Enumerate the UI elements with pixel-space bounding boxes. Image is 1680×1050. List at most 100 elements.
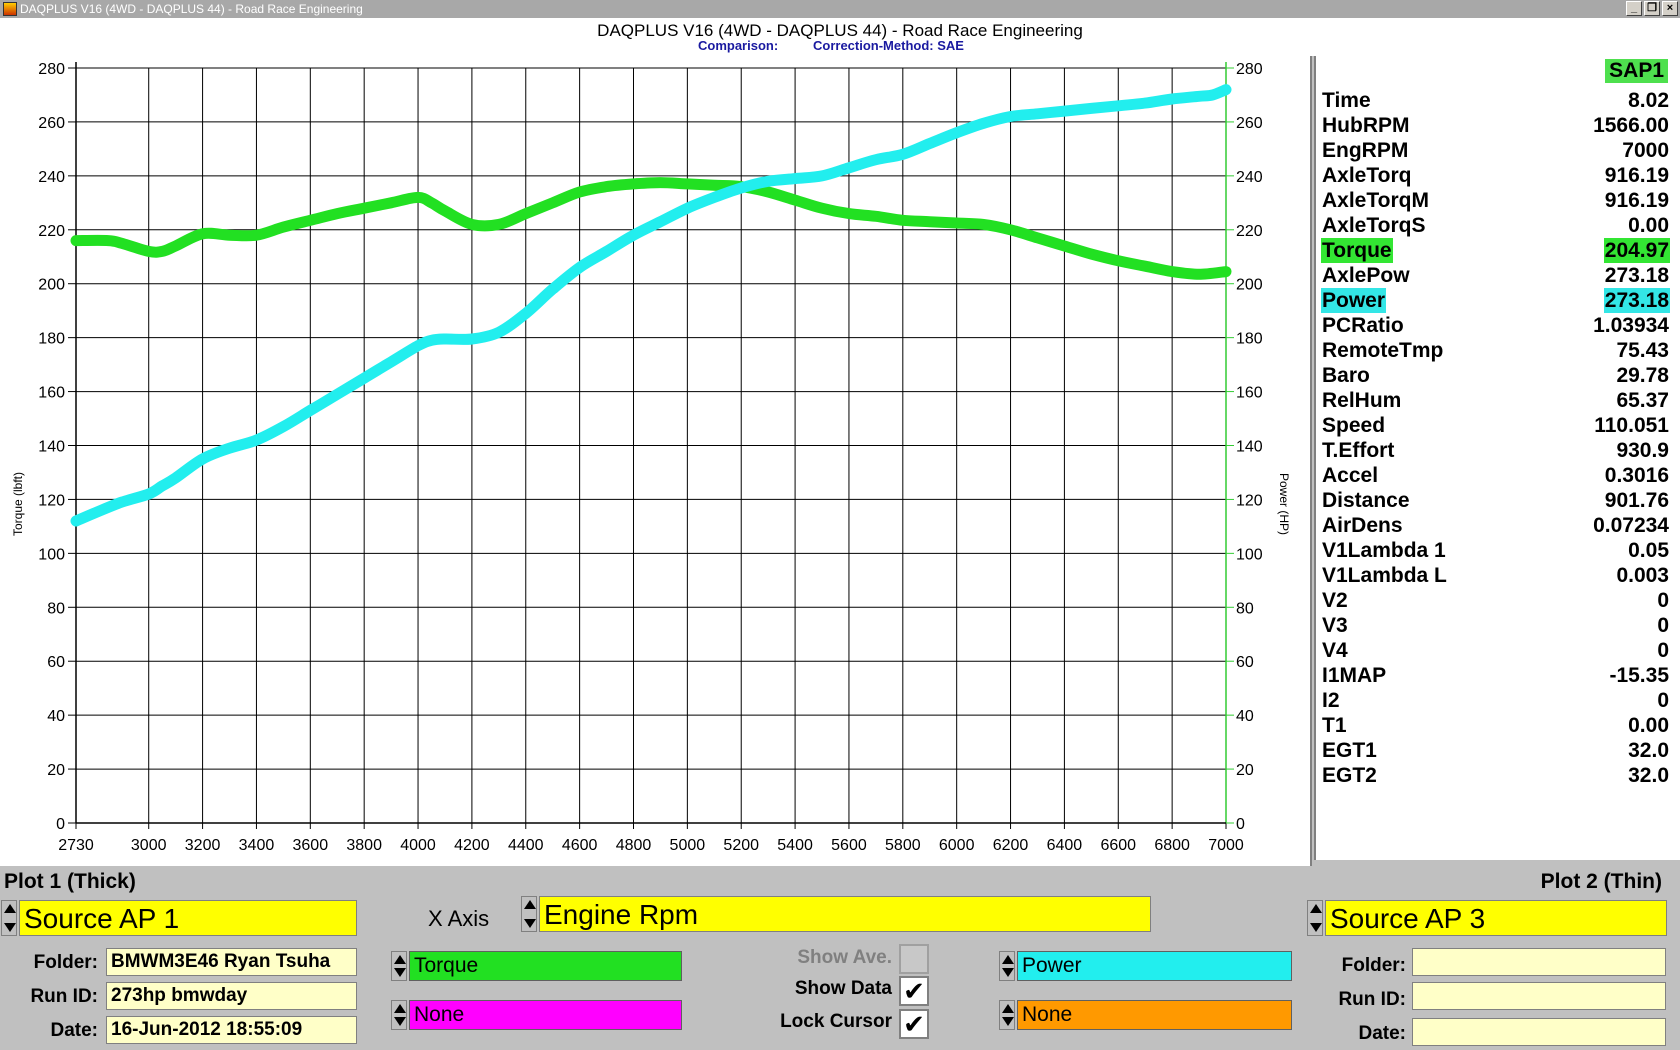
bottom-control-panel: Plot 1 (Thick) Plot 2 (Thin) Source AP 1… bbox=[0, 866, 1680, 1050]
y-tick-label-right: 240 bbox=[1236, 169, 1263, 186]
spin-down-icon[interactable] bbox=[1002, 968, 1014, 977]
y-tick-label-left: 180 bbox=[38, 331, 65, 348]
folder2-field[interactable] bbox=[1412, 948, 1666, 976]
lock-cursor-label: Lock Cursor bbox=[780, 1011, 892, 1032]
readout-value: -15.35 bbox=[1609, 664, 1669, 687]
close-icon[interactable]: × bbox=[1662, 1, 1678, 16]
readout-value: 273.18 bbox=[1604, 264, 1669, 287]
readout-row-i2: I2 0 bbox=[1318, 688, 1670, 713]
channel2a-select[interactable]: Power bbox=[1017, 951, 1292, 981]
spin-down-icon[interactable] bbox=[1310, 923, 1322, 932]
show-data-checkbox[interactable]: ✔ bbox=[899, 976, 929, 1006]
data-panel-header: SAP1 bbox=[1605, 59, 1668, 83]
readout-row-remotetmp: RemoteTmp 75.43 bbox=[1318, 338, 1670, 363]
runid1-label: Run ID: bbox=[30, 986, 98, 1007]
x-axis-label: X Axis bbox=[428, 906, 490, 931]
x-tick-label: 7000 bbox=[1208, 837, 1244, 854]
chart-header: DAQPLUS V16 (4WD - DAQPLUS 44) - Road Ra… bbox=[0, 18, 1680, 56]
y-tick-label-left: 20 bbox=[47, 762, 65, 779]
x-tick-label: 2730 bbox=[58, 837, 94, 854]
source2-select[interactable]: Source AP 3 bbox=[1325, 900, 1667, 936]
y-tick-label-right: 40 bbox=[1236, 708, 1254, 725]
x-axis-select[interactable]: Engine Rpm bbox=[539, 896, 1151, 932]
readout-label: I1MAP bbox=[1322, 664, 1387, 687]
readout-row-t-effort: T.Effort 930.9 bbox=[1318, 438, 1670, 463]
y-tick-label-right: 120 bbox=[1236, 492, 1263, 509]
readout-label: EngRPM bbox=[1322, 139, 1409, 162]
spin-up-icon[interactable] bbox=[524, 900, 536, 909]
y-tick-label-left: 260 bbox=[38, 115, 65, 132]
readout-row-speed: Speed 110.051 bbox=[1318, 413, 1670, 438]
channel2a-spinner[interactable] bbox=[999, 951, 1015, 981]
y-tick-label-right: 60 bbox=[1236, 654, 1254, 671]
date2-field[interactable] bbox=[1412, 1018, 1666, 1046]
dyno-chart[interactable]: 2730 3000 3200 3400 3600 3800 4000 4200 4400 4600… bbox=[0, 56, 1312, 866]
date1-field[interactable]: 16-Jun-2012 18:55:09 bbox=[106, 1016, 357, 1044]
x-axis-spinner[interactable] bbox=[521, 896, 537, 932]
spin-down-icon[interactable] bbox=[394, 1017, 406, 1026]
readout-row-baro: Baro 29.78 bbox=[1318, 363, 1670, 388]
readout-value: 273.18 bbox=[1603, 288, 1670, 313]
spin-up-icon[interactable] bbox=[394, 955, 406, 964]
y-tick-label-right: 180 bbox=[1236, 331, 1263, 348]
x-tick-label: 6200 bbox=[993, 837, 1029, 854]
y-tick-label-left: 0 bbox=[56, 816, 65, 833]
source2-spinner[interactable] bbox=[1307, 900, 1323, 936]
lock-cursor-checkbox[interactable]: ✔ bbox=[899, 1009, 929, 1039]
x-tick-label: 3800 bbox=[346, 837, 382, 854]
x-tick-label: 3200 bbox=[185, 837, 221, 854]
x-tick-label: 4600 bbox=[562, 837, 598, 854]
channel2b-spinner[interactable] bbox=[999, 1000, 1015, 1030]
y-tick-label-left: 280 bbox=[38, 61, 65, 78]
readout-label: AxleTorqS bbox=[1322, 214, 1426, 237]
readout-value: 0.00 bbox=[1628, 214, 1669, 237]
show-ave-checkbox[interactable] bbox=[899, 944, 929, 974]
channel1a-spinner[interactable] bbox=[391, 951, 407, 981]
readout-label: EGT1 bbox=[1322, 739, 1377, 762]
chart-plot[interactable]: 2730 3000 3200 3400 3600 3800 4000 4200 4400 4600… bbox=[0, 56, 1312, 866]
readout-value: 0 bbox=[1657, 614, 1669, 637]
channel1b-spinner[interactable] bbox=[391, 1000, 407, 1030]
y-tick-label-left: 200 bbox=[38, 277, 65, 294]
readout-row-t1: T1 0.00 bbox=[1318, 713, 1670, 738]
y-tick-label-right: 80 bbox=[1236, 600, 1254, 617]
spin-up-icon[interactable] bbox=[1002, 1004, 1014, 1013]
runid1-field[interactable]: 273hp bmwday bbox=[106, 982, 357, 1010]
channel1b-select[interactable]: None bbox=[409, 1000, 682, 1030]
channel2b-select[interactable]: None bbox=[1017, 1000, 1292, 1030]
spin-up-icon[interactable] bbox=[4, 904, 16, 913]
series-lines bbox=[70, 84, 1232, 527]
spin-up-icon[interactable] bbox=[394, 1004, 406, 1013]
spin-up-icon[interactable] bbox=[1002, 955, 1014, 964]
folder1-field[interactable]: BMWM3E46 Ryan Tsuha bbox=[106, 948, 357, 976]
readout-label: V2 bbox=[1322, 589, 1348, 612]
x-tick-label: 4800 bbox=[616, 837, 652, 854]
y-tick-label-left: 160 bbox=[38, 385, 65, 402]
restore-icon[interactable]: ❐ bbox=[1644, 1, 1660, 16]
spin-down-icon[interactable] bbox=[4, 923, 16, 932]
spin-down-icon[interactable] bbox=[524, 919, 536, 928]
source1-select[interactable]: Source AP 1 bbox=[19, 900, 357, 936]
readout-label: HubRPM bbox=[1322, 114, 1410, 137]
source1-spinner[interactable] bbox=[1, 900, 17, 936]
y-tick-label-right: 20 bbox=[1236, 762, 1254, 779]
channel1a-select[interactable]: Torque bbox=[409, 951, 682, 981]
readout-row-power: Power 273.18 bbox=[1318, 288, 1670, 313]
minimize-icon[interactable]: _ bbox=[1626, 1, 1642, 16]
spin-down-icon[interactable] bbox=[394, 968, 406, 977]
readout-value: 916.19 bbox=[1604, 164, 1669, 187]
readout-row-engrpm: EngRPM 7000 bbox=[1318, 138, 1670, 163]
readout-row-egt2: EGT2 32.0 bbox=[1318, 763, 1670, 788]
comparison-label: Comparison: bbox=[698, 38, 779, 53]
x-tick-label: 6000 bbox=[939, 837, 975, 854]
y-axis-title-left: Torque (lbft) bbox=[11, 472, 25, 536]
app-icon bbox=[3, 2, 17, 16]
readout-row-axletorq: AxleTorq 916.19 bbox=[1318, 163, 1670, 188]
spin-up-icon[interactable] bbox=[1310, 904, 1322, 913]
readout-value: 0.003 bbox=[1616, 564, 1669, 587]
readout-value: 0.00 bbox=[1628, 714, 1669, 737]
x-tick-label: 3400 bbox=[239, 837, 275, 854]
spin-down-icon[interactable] bbox=[1002, 1017, 1014, 1026]
runid2-field[interactable] bbox=[1412, 982, 1666, 1010]
y-tick-label-right: 0 bbox=[1236, 816, 1245, 833]
